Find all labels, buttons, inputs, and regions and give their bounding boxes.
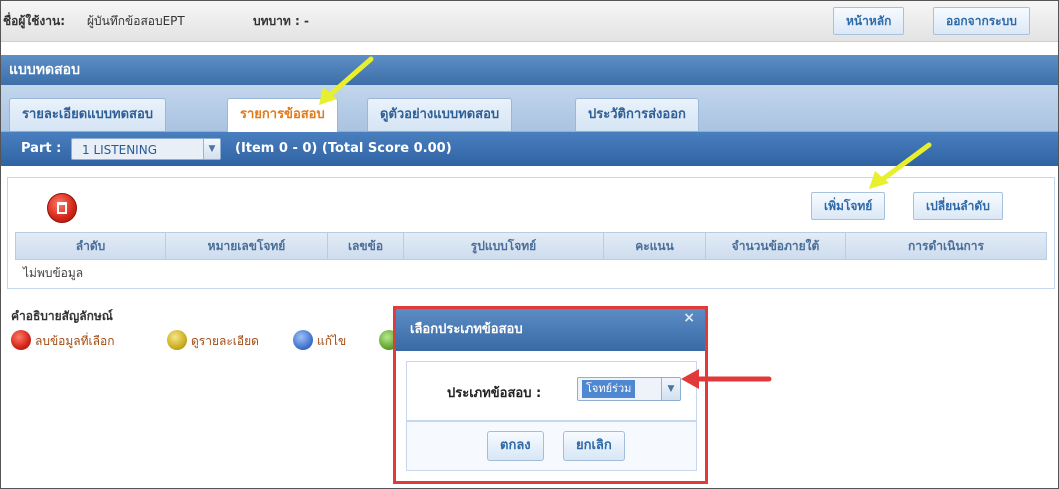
pointer-arrow-icon — [681, 369, 772, 389]
highlight-arrow-icon — [319, 56, 374, 105]
application-window: ชื่อผู้ใช้งาน: ผู้บันทึกข้อสอบEPT บทบาท … — [0, 0, 1059, 489]
annotation-overlay — [319, 56, 932, 389]
highlight-arrow-icon — [869, 142, 932, 189]
